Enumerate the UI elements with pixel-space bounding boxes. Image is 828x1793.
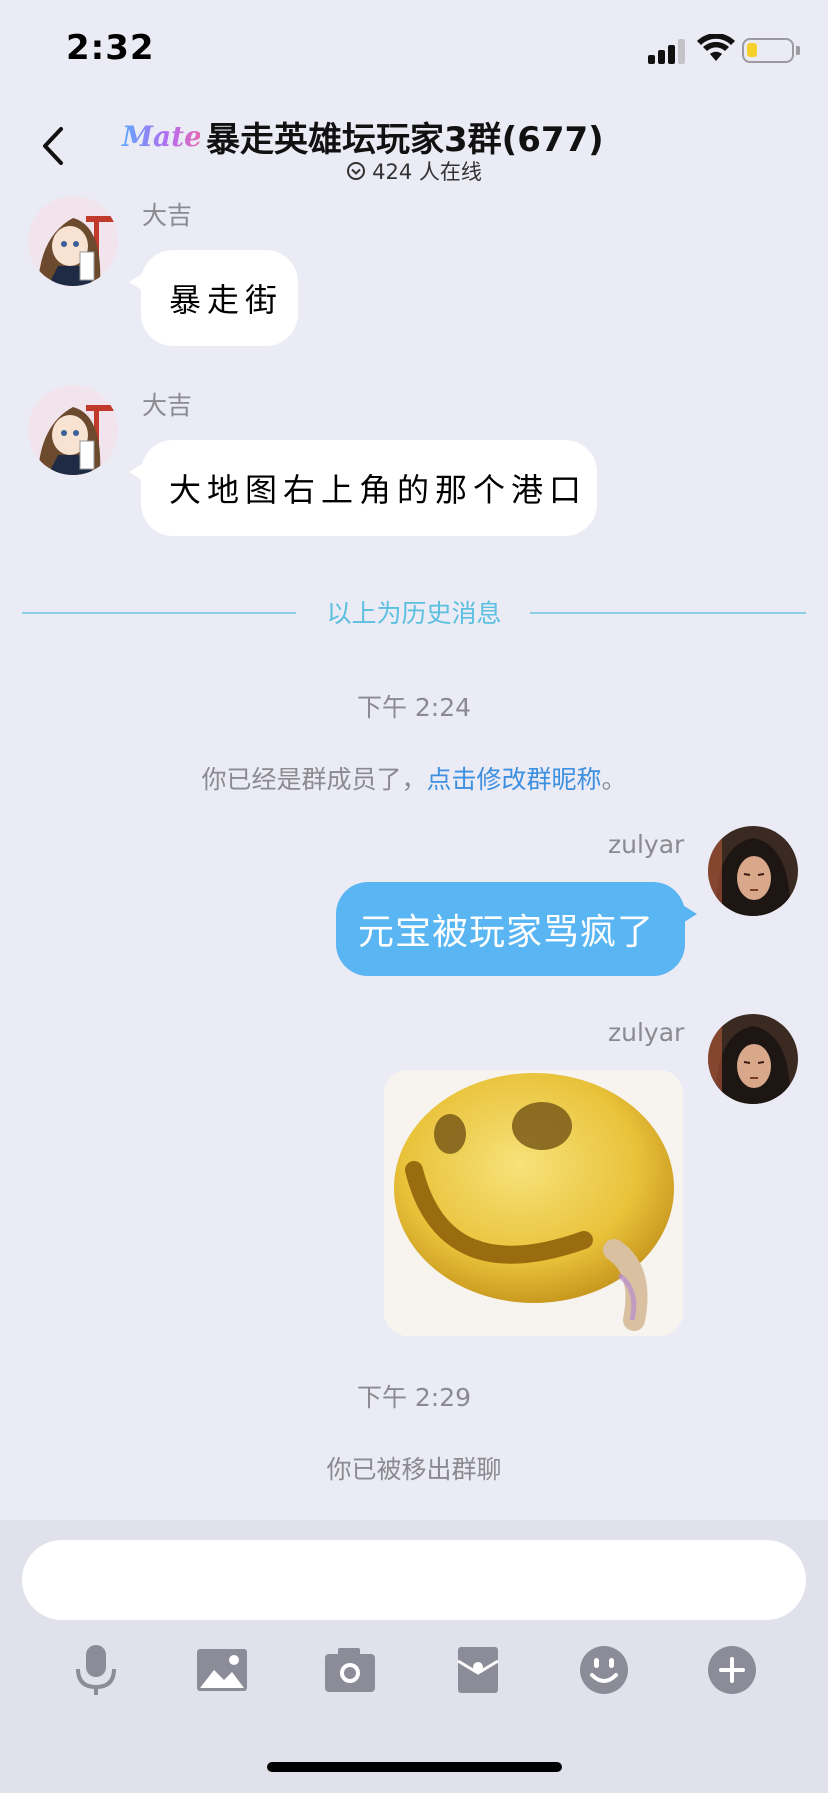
- edit-nickname-link[interactable]: 点击修改群昵称: [426, 765, 601, 794]
- emoji-button[interactable]: [574, 1640, 634, 1700]
- message-bubble[interactable]: 暴走街: [129, 250, 298, 346]
- battery-level: [747, 43, 757, 57]
- online-status-icon: [347, 162, 366, 180]
- plus-icon: [708, 1646, 756, 1694]
- camera-button[interactable]: [320, 1640, 380, 1700]
- avatar[interactable]: [28, 196, 118, 286]
- message-text: 暴走街: [169, 281, 284, 319]
- svg-text:Matey: Matey: [121, 120, 200, 153]
- anime-girl-avatar-icon: [28, 196, 118, 286]
- my-message-bubble[interactable]: 元宝被玩家骂疯了: [336, 882, 697, 976]
- camera-icon: [325, 1648, 375, 1692]
- online-count-text: 424 人在线: [372, 160, 482, 184]
- avatar[interactable]: [708, 1014, 798, 1104]
- message-input[interactable]: [22, 1540, 806, 1620]
- message-text: 大地图右上角的那个港口: [169, 471, 588, 509]
- microphone-icon: [76, 1645, 116, 1695]
- sender-name: zulyar: [608, 1018, 685, 1047]
- avatar[interactable]: [28, 385, 118, 475]
- home-indicator[interactable]: [267, 1762, 562, 1772]
- group-title[interactable]: 暴走英雄坛玩家3群(677): [206, 112, 604, 161]
- smiley-face-sticker-icon: [384, 1070, 683, 1336]
- status-time: 2:32: [66, 28, 155, 68]
- message-text: 元宝被玩家骂疯了: [358, 912, 655, 953]
- matey-logo: Matey: [121, 120, 200, 153]
- battery-cap: [796, 46, 800, 55]
- timestamp: 下午 2:29: [356, 1383, 472, 1412]
- sender-name: 大吉: [142, 201, 193, 230]
- chat-header: Matey 暴走英雄坛玩家3群(677) 424 人在线: [0, 100, 828, 195]
- history-divider-label: 以上为历史消息: [326, 599, 502, 628]
- timestamp: 下午 2:24: [356, 693, 472, 722]
- system-message: 你已经是群成员了，点击修改群昵称。: [0, 760, 828, 796]
- message-bubble[interactable]: 大地图右上角的那个港口: [129, 440, 597, 536]
- anime-boy-avatar-icon: [708, 1014, 798, 1104]
- sender-name: 大吉: [142, 391, 193, 420]
- emoji-icon: [580, 1646, 628, 1694]
- anime-boy-avatar-icon: [708, 826, 798, 916]
- system-message-removed: 你已被移出群聊: [326, 1455, 502, 1484]
- composer-bar: [0, 1520, 828, 1793]
- avatar[interactable]: [708, 826, 798, 916]
- sticker-message[interactable]: [384, 1070, 683, 1336]
- image-button[interactable]: [192, 1640, 252, 1700]
- more-button[interactable]: [702, 1640, 762, 1700]
- gift-box-icon: [457, 1647, 499, 1693]
- anime-girl-avatar-icon: [28, 385, 118, 475]
- status-bar: 2:32: [0, 0, 828, 100]
- system-message-suffix: 。: [601, 765, 627, 794]
- cellular-signal-icon: [648, 38, 688, 64]
- header-title-row: Matey 暴走英雄坛玩家3群(677): [120, 110, 604, 162]
- gift-button[interactable]: [448, 1640, 508, 1700]
- battery-icon: [742, 38, 794, 63]
- system-message-prefix: 你已经是群成员了，: [201, 765, 427, 794]
- wifi-icon: [697, 34, 735, 61]
- image-icon: [197, 1649, 247, 1691]
- voice-button[interactable]: [66, 1640, 126, 1700]
- sender-name: zulyar: [608, 830, 685, 859]
- online-count: 424 人在线: [0, 156, 828, 186]
